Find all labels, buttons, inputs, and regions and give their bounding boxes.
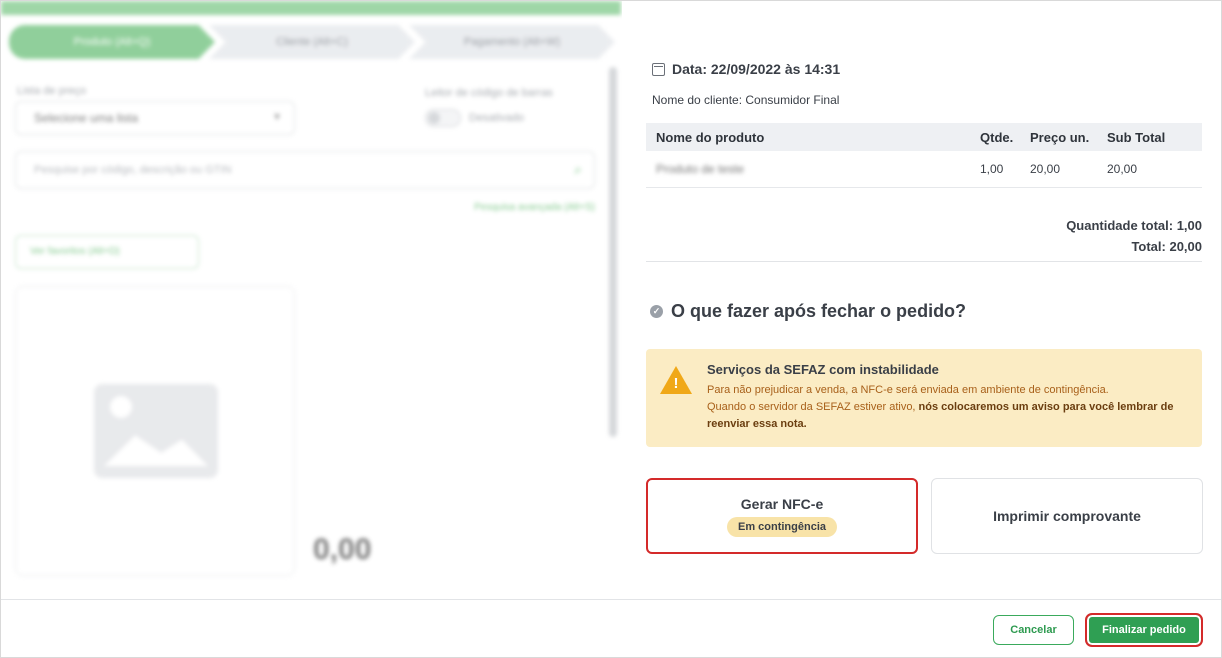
check-circle-icon: ✓	[650, 305, 663, 318]
favorites-button[interactable]: Ver favoritos (Alt+D)	[15, 235, 199, 269]
row-quantity: 1,00	[976, 151, 1026, 188]
warning-line-1: Para não prejudicar a venda, a NFC-e ser…	[707, 384, 1109, 396]
warning-text: Para não prejudicar a venda, a NFC-e ser…	[707, 382, 1177, 433]
warning-line-2: Quando o servidor da SEFAZ estiver ativo…	[707, 401, 919, 413]
step-client[interactable]: Cliente (Alt+C)	[209, 25, 415, 59]
col-subtotal: Sub Total	[1107, 129, 1166, 145]
col-quantity: Qtde.	[980, 129, 1014, 145]
order-date-text: Data: 22/09/2022 às 14:31	[672, 61, 841, 77]
close-order-modal: Data: 22/09/2022 às 14:31 Nome do client…	[622, 1, 1221, 599]
warning-icon: !	[660, 366, 692, 394]
generate-nfce-title: Gerar NFC-e	[740, 496, 824, 512]
favorites-label: Ver favoritos (Alt+D)	[30, 246, 120, 257]
app-window: Produto (Alt+Q) Cliente (Alt+C) Pagament…	[0, 0, 1222, 658]
search-placeholder: Pesquise por código, descrição ou GTIN	[34, 164, 232, 176]
row-unit-price: 20,00	[1026, 151, 1103, 188]
step-payment[interactable]: Pagamento (Alt+W)	[409, 25, 615, 59]
scrollbar[interactable]	[609, 67, 617, 437]
cancel-button[interactable]: Cancelar	[993, 615, 1074, 645]
checkout-steps: Produto (Alt+Q) Cliente (Alt+C) Pagament…	[9, 25, 615, 59]
generate-nfce-option[interactable]: Gerar NFC-e Em contingência	[646, 478, 918, 554]
image-placeholder-icon	[94, 384, 218, 478]
price-list-select[interactable]: Selecione uma lista ▼	[15, 101, 295, 135]
table-header: Nome do produto Qtde. Preço un. Sub Tota…	[646, 123, 1202, 151]
product-price: 0,00	[313, 533, 372, 566]
client-name: Nome do cliente: Consumidor Final	[652, 93, 840, 107]
total-quantity: Quantidade total: 1,00	[1066, 218, 1202, 233]
background-product-panel: Produto (Alt+Q) Cliente (Alt+C) Pagament…	[1, 1, 621, 599]
order-items-table: Nome do produto Qtde. Preço un. Sub Tota…	[646, 123, 1202, 188]
row-product-name: Produto de teste	[646, 151, 976, 188]
table-row: Produto de teste 1,00 20,00 20,00	[646, 151, 1202, 188]
order-date: Data: 22/09/2022 às 14:31	[652, 61, 840, 77]
question-text: O que fazer após fechar o pedido?	[671, 301, 967, 321]
advanced-search-link[interactable]: Pesquisa avançada (Alt+S)	[474, 202, 595, 213]
after-close-question: ✓ O que fazer após fechar o pedido?	[650, 301, 966, 322]
print-receipt-title: Imprimir comprovante	[993, 508, 1141, 524]
finalize-order-button[interactable]: Finalizar pedido	[1085, 613, 1203, 647]
divider	[646, 261, 1202, 262]
barcode-reader-toggle[interactable]	[425, 109, 461, 127]
barcode-reader-label: Leitor de código de barras	[425, 87, 553, 99]
search-icon[interactable]: ⌕	[574, 161, 582, 178]
top-accent-bar	[1, 1, 621, 15]
modal-footer: Cancelar Finalizar pedido	[1, 599, 1221, 657]
barcode-reader-state: Desativado	[469, 112, 525, 124]
price-list-value: Selecione uma lista	[34, 111, 139, 125]
step-product[interactable]: Produto (Alt+Q)	[9, 25, 215, 59]
product-image-card	[15, 286, 295, 576]
col-unit-price: Preço un.	[1030, 129, 1090, 145]
price-list-label: Lista de preço	[17, 85, 87, 97]
print-receipt-option[interactable]: Imprimir comprovante	[931, 478, 1203, 554]
warning-title: Serviços da SEFAZ com instabilidade	[707, 362, 939, 377]
sefaz-warning-box: ! Serviços da SEFAZ com instabilidade Pa…	[646, 349, 1202, 447]
chevron-down-icon: ▼	[272, 112, 282, 123]
product-search-input[interactable]: Pesquise por código, descrição ou GTIN ⌕	[15, 151, 595, 189]
row-subtotal: 20,00	[1103, 151, 1202, 188]
total-value: Total: 20,00	[1131, 239, 1202, 254]
calendar-icon	[652, 62, 665, 76]
contingency-badge: Em contingência	[726, 517, 838, 537]
col-product-name: Nome do produto	[656, 129, 765, 145]
order-totals: Quantidade total: 1,00 Total: 20,00	[1066, 215, 1202, 257]
